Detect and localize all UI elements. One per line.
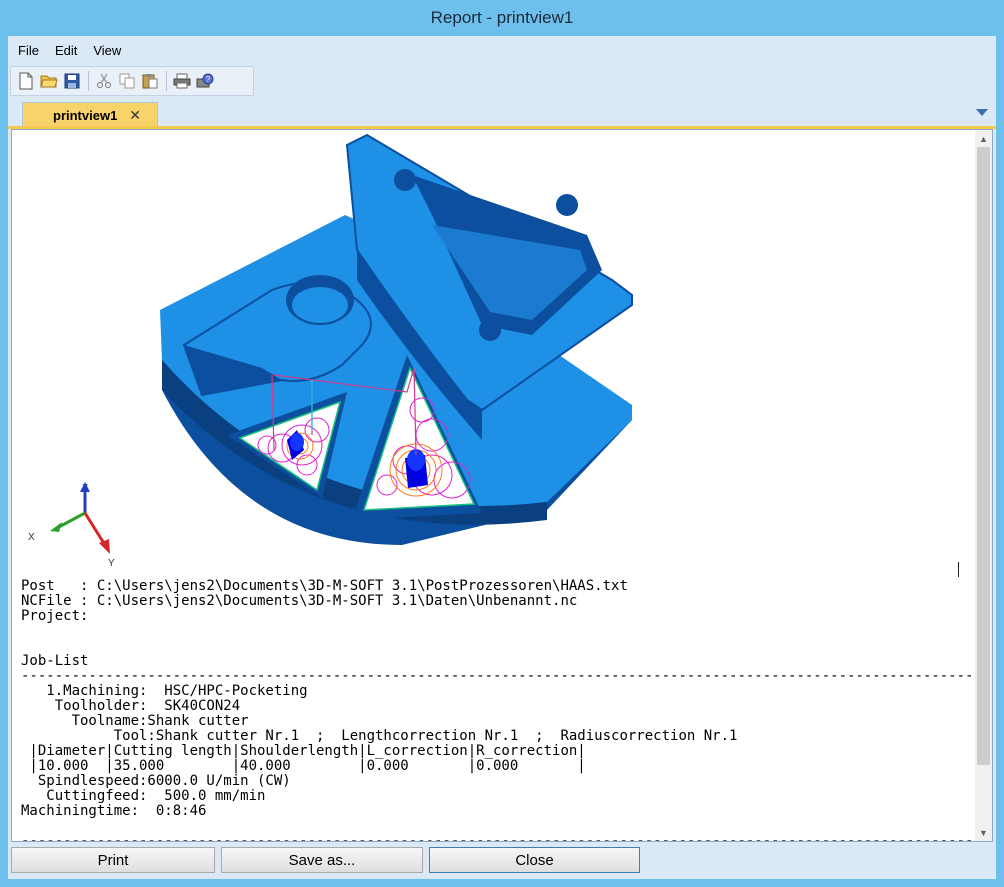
separator-line: ----------------------------------------…: [21, 668, 993, 684]
tab-strip: printview1 ✕: [8, 100, 996, 127]
toolname-line: Toolname:Shank cutter: [21, 713, 249, 729]
toolbar-separator: [166, 71, 167, 91]
window-title: Report - printview1: [0, 0, 1004, 36]
help-icon[interactable]: ?: [194, 70, 215, 92]
text-cursor: [958, 562, 959, 577]
scroll-thumb[interactable]: [977, 147, 990, 765]
ncfile-line: NCFile : C:\Users\jens2\Documents\3D-M-S…: [21, 593, 578, 609]
toolbar-separator: [88, 71, 89, 91]
axis-y-label: Y: [108, 558, 115, 569]
save-as-button[interactable]: Save as...: [221, 847, 423, 873]
tool-table-header: |Diameter|Cutting length|Shoulderlength|…: [21, 743, 586, 759]
post-line: Post : C:\Users\jens2\Documents\3D-M-SOF…: [21, 578, 628, 594]
tool-line: Tool:Shank cutter Nr.1 ; Lengthcorrectio…: [21, 728, 738, 744]
print-button[interactable]: Print: [11, 847, 215, 873]
close-button[interactable]: Close: [429, 847, 640, 873]
part-render: Z X Y: [28, 133, 633, 569]
machining-line: 1.Machining: HSC/HPC-Pocketing: [21, 683, 308, 699]
chevron-down-icon[interactable]: [976, 109, 988, 116]
print-icon[interactable]: [171, 70, 192, 92]
report-text: Post : C:\Users\jens2\Documents\3D-M-SOF…: [21, 578, 993, 842]
separator-line: ----------------------------------------…: [21, 833, 993, 842]
job-list-heading: Job-List: [21, 653, 89, 669]
cut-icon[interactable]: [93, 70, 114, 92]
scroll-down-icon[interactable]: ▼: [975, 824, 992, 841]
cuttingfeed-line: Cuttingfeed: 500.0 mm/min: [21, 788, 266, 804]
report-view: Z X Y Post : C:\Users\jens2\Documents\3D…: [11, 129, 993, 842]
menu-file[interactable]: File: [12, 43, 45, 58]
copy-icon[interactable]: [116, 70, 137, 92]
toolholder-line: Toolholder: SK40CON24: [21, 698, 241, 714]
open-folder-icon[interactable]: [38, 70, 59, 92]
axis-z-label: Z: [82, 483, 88, 494]
save-icon[interactable]: [61, 70, 82, 92]
tab-label: printview1: [53, 107, 118, 123]
menu-edit[interactable]: Edit: [49, 43, 83, 58]
axis-x-label: X: [28, 532, 35, 543]
project-line: Project:: [21, 608, 89, 624]
tab-printview1[interactable]: printview1 ✕: [22, 102, 158, 127]
spindlespeed-line: Spindlespeed:6000.0 U/min (CW): [21, 773, 291, 789]
report-window: File Edit View ? printview1 ✕ Z X Y Post…: [8, 36, 996, 879]
menu-bar: File Edit View: [8, 36, 996, 64]
machiningtime-line: Machiningtime: 0:8:46: [21, 803, 207, 819]
tool-table-row: |10.000 |35.000 |40.000 |0.000 |0.000 |: [21, 758, 586, 774]
close-icon[interactable]: ✕: [129, 107, 141, 124]
new-file-icon[interactable]: [15, 70, 36, 92]
toolbar: ?: [10, 66, 254, 96]
button-row: Print Save as... Close: [8, 847, 996, 875]
vertical-scrollbar[interactable]: ▲ ▼: [975, 130, 992, 841]
menu-view[interactable]: View: [87, 43, 127, 58]
svg-text:?: ?: [205, 75, 210, 84]
axis-triad: Z X Y: [28, 482, 115, 569]
paste-icon[interactable]: [139, 70, 160, 92]
scroll-up-icon[interactable]: ▲: [975, 130, 992, 147]
